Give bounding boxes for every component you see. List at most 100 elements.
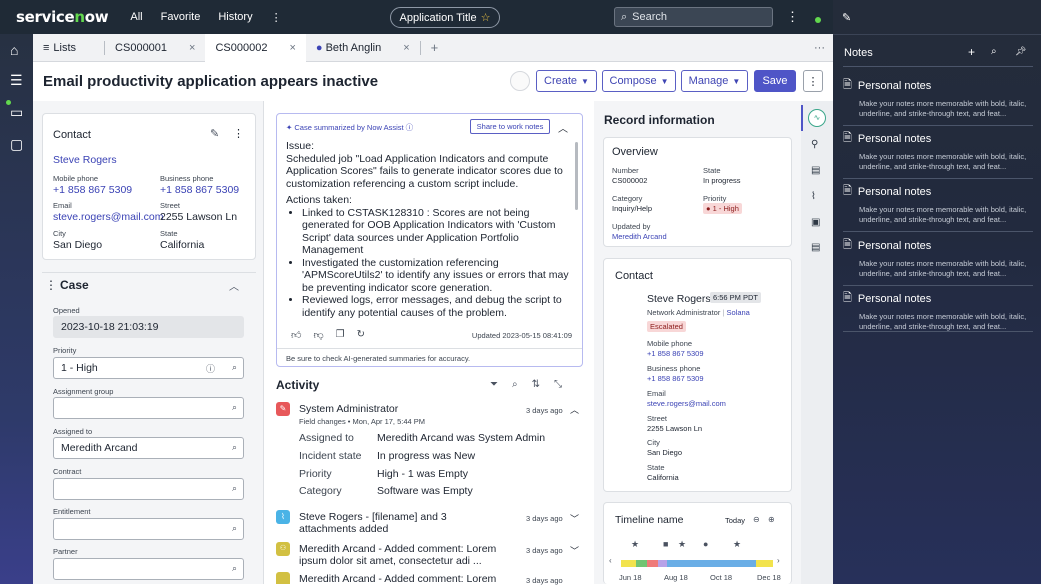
folder-icon[interactable]: ▤ [811,165,820,176]
tab-cs000002[interactable]: CS000002 × [205,33,306,62]
chat-icon[interactable]: ● [703,539,708,549]
sort-icon[interactable]: ⇅ [532,379,540,390]
email-link[interactable]: steve.rogers@mail.com [647,399,726,408]
today-button[interactable]: Today [725,516,745,525]
new-tab-button[interactable]: + [421,34,449,62]
nav-more-icon[interactable]: ⋮ [271,11,282,24]
mobile-link[interactable]: +1 858 867 5309 [647,349,704,358]
document-icon[interactable]: ▣ [811,217,820,228]
assigned-to-field[interactable]: Meredith Arcand ⌕ [53,437,244,459]
nav-all[interactable]: All [130,11,142,24]
info-icon[interactable]: ⓘ [206,362,215,375]
scrollbar[interactable] [575,142,578,210]
agent-icon[interactable]: ⚲ [811,139,818,150]
close-icon[interactable]: × [189,42,195,54]
note-item[interactable]: 🗎︎ Personal notes Make your notes more me… [843,182,1033,232]
save-button[interactable]: Save [754,70,796,92]
close-icon[interactable]: × [403,42,409,54]
priority-badge: ● 1 - High [703,203,742,214]
priority-field[interactable]: 1 - High ⓘ ⌕ [53,357,244,379]
create-button[interactable]: Create ▼ [536,70,597,92]
assigned-to-label: Assigned to [53,427,93,436]
more-actions-icon[interactable]: ⋮ [803,70,823,92]
search-input[interactable]: ⌕ Search [614,7,773,27]
note-item[interactable]: 🗎︎ Personal notes Make your notes more me… [843,289,1033,332]
contact-name-link[interactable]: Steve Rogers [53,154,117,166]
priority-label: Priority [53,346,77,355]
copy-icon[interactable]: ❐ [336,329,345,341]
nav-history[interactable]: History [218,11,252,24]
star-icon[interactable]: ☆ [481,11,491,24]
thumbs-up-icon[interactable]: 👍︎ [291,329,301,341]
manage-button[interactable]: Manage ▼ [681,70,748,92]
zoom-out-icon[interactable]: ⊖ [753,515,760,524]
add-note-icon[interactable]: + [968,45,975,59]
email-link[interactable]: steve.rogers@mail.com [53,211,163,223]
partner-field[interactable]: ⌕ [53,558,244,580]
timeline-next-icon[interactable]: › [777,556,780,565]
compose-note-icon[interactable]: ✎ [842,11,851,24]
zoom-in-icon[interactable]: ⊕ [768,515,775,524]
mobile-link[interactable]: +1 858 867 5309 [53,184,132,196]
updated-by-link[interactable]: Meredith Arcand [612,232,667,241]
search-icon[interactable]: ⌕ [232,362,237,373]
info-icon[interactable]: ⓘ [406,123,414,132]
tab-beth-anglin[interactable]: ● Beth Anglin × [306,34,420,62]
summary-body: Issue: Scheduled job "Load Application I… [286,140,571,325]
number-value: CS000002 [612,176,648,185]
expand-icon[interactable]: ﹀ [570,544,579,557]
collapse-icon[interactable]: ︿ [570,403,579,416]
expand-icon[interactable]: ⤡ [554,379,562,390]
expand-icon[interactable]: ﹀ [570,512,579,525]
search-icon[interactable]: ⌕ [991,46,997,57]
timeline-bar[interactable] [621,560,773,567]
app-title-pill[interactable]: Application Title ☆ [390,7,500,28]
pin-icon[interactable]: 📌︎ [1015,46,1026,57]
refresh-icon[interactable]: ↻ [357,329,365,341]
star-icon[interactable]: ★ [733,539,741,550]
business-link[interactable]: +1 858 867 5309 [160,184,239,196]
share-to-work-notes-button[interactable]: Share to work notes [470,119,550,134]
compose-button[interactable]: Compose ▼ [602,70,676,92]
note-icon[interactable]: ▢ [10,136,24,152]
search-icon[interactable]: ⌕ [232,563,237,574]
star-icon[interactable]: ★ [678,539,686,550]
entitlement-field[interactable]: ⌕ [53,518,244,540]
filter-icon[interactable]: ⏷ [490,379,498,390]
timeline-prev-icon[interactable]: ‹ [609,556,612,565]
collapse-icon[interactable]: ︿ [558,120,568,135]
paperclip-icon[interactable]: ⌇ [811,191,816,202]
search-icon[interactable]: ⌕ [512,379,518,390]
search-icon[interactable]: ⌕ [232,483,237,494]
change-value: High - 1 was Empty [377,468,469,480]
assignment-group-field[interactable]: ⌕ [53,397,244,419]
tab-lists[interactable]: ≡ Lists [33,34,86,62]
thumbs-down-icon[interactable]: 👎︎ [313,329,323,341]
more-icon[interactable]: ⋮ [786,9,799,25]
search-icon[interactable]: ⌕ [232,442,237,453]
note-item[interactable]: 🗎︎ Personal notes Make your notes more me… [843,236,1033,286]
file-icon[interactable]: ▤ [811,242,820,253]
more-icon[interactable]: ⋮ [233,127,244,140]
list-icon[interactable]: ☰ [10,72,24,88]
group-icon [276,572,290,584]
search-icon[interactable]: ⌕ [232,402,237,413]
assist-icon[interactable] [510,71,530,91]
contract-field[interactable]: ⌕ [53,478,244,500]
search-icon[interactable]: ⌕ [232,523,237,534]
square-icon[interactable]: ■ [663,539,668,549]
inbox-icon[interactable]: ▭ [10,104,24,120]
star-icon[interactable]: ★ [631,539,639,550]
home-icon[interactable]: ⌂ [10,42,24,58]
servicenow-logo[interactable]: servicenow [16,8,109,26]
note-item[interactable]: 🗎︎ Personal notes Make your notes more me… [843,129,1033,179]
activity-pulse-icon[interactable]: ∿ [808,109,826,127]
business-link[interactable]: +1 858 867 5309 [647,374,704,383]
edit-icon[interactable]: ✎ [210,127,219,140]
close-icon[interactable]: × [289,42,295,54]
note-item[interactable]: 🗎︎ Personal notes Make your notes more me… [843,76,1033,126]
tab-overflow-icon[interactable]: ··· [814,42,825,54]
tab-cs000001[interactable]: CS000001 × [105,34,205,62]
nav-favorite[interactable]: Favorite [161,11,201,24]
collapse-icon[interactable]: ︿ [229,278,239,293]
